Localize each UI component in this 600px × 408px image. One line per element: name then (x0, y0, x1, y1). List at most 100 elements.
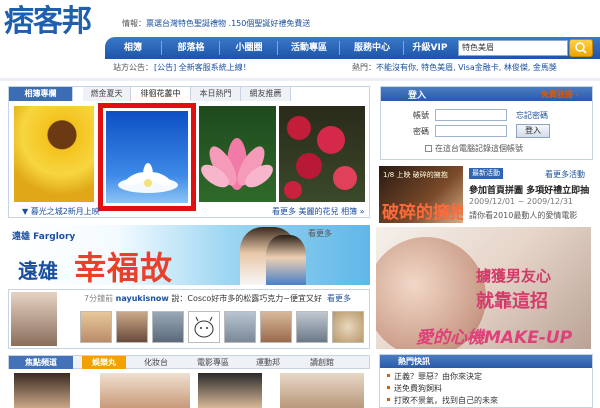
nav-divider (403, 41, 404, 55)
nav-album[interactable]: 相簿 (107, 37, 159, 59)
bullet-icon (387, 398, 390, 401)
user-thumb[interactable] (116, 311, 148, 343)
hot-news-text: 送免費狗飼料 (394, 384, 442, 393)
photo-pink-lotus[interactable] (199, 106, 276, 202)
bullet-icon (387, 386, 390, 389)
feed-time: 7分鐘前 (84, 294, 114, 303)
album-more-link[interactable]: 看更多 美麗的花兒 相簿 » (272, 206, 365, 217)
password-input[interactable] (435, 125, 507, 137)
photo-white-flower (106, 111, 188, 203)
forgot-password-link[interactable]: 忘記密碼 (516, 110, 548, 121)
photo-sunflower[interactable] (14, 106, 94, 202)
nav-service[interactable]: 服務中心 (343, 37, 401, 59)
tab-recommended[interactable]: 網友推薦 (241, 87, 291, 101)
account-label: 帳號 (413, 111, 429, 120)
remember-checkbox[interactable]: 在這台電腦記錄這個帳號 (425, 143, 523, 154)
checkbox-icon[interactable] (425, 145, 432, 152)
photo-selected-frame[interactable] (98, 103, 196, 211)
ad-line3: 愛的心機MAKE-UP (416, 328, 573, 348)
makeup-ad[interactable]: 擄獲男友心 就靠這招 愛的心機MAKE-UP (376, 227, 591, 349)
channel-photo[interactable] (14, 373, 70, 408)
channel-photo[interactable] (100, 373, 190, 408)
banner-slogan: 幸福故 (74, 249, 174, 285)
login-title: 登入 (408, 91, 427, 101)
nav-divider (277, 41, 278, 55)
tab-movies[interactable]: 電影專區 (188, 356, 238, 369)
feed-said: 說： (171, 294, 188, 303)
user-thumb[interactable] (332, 311, 364, 343)
site-logo[interactable]: 痞客邦 (4, 4, 92, 40)
event-poster[interactable]: 1/8 上映 破碎的擁抱 破碎的擁抱 (379, 166, 463, 223)
news-link[interactable]: 票選台灣特色聖誕禮物 .150個聖誕好禮免費送 (146, 19, 310, 28)
ad-line1: 擄獲男友心 (476, 267, 552, 285)
user-thumb[interactable] (260, 311, 292, 343)
announce-label: 站方公告： (113, 63, 153, 72)
event-more-link[interactable]: 看更多活動 (545, 169, 585, 180)
logo-bang: 邦 (62, 4, 92, 39)
feed-more-link[interactable]: 看更多 (327, 293, 351, 304)
banner-people-2 (266, 235, 306, 285)
tab-album-column[interactable]: 相簿專欄 (9, 87, 73, 101)
search-icon (575, 42, 587, 54)
nav-divider (219, 41, 220, 55)
user-thumb[interactable] (188, 311, 220, 343)
channel-photo[interactable] (280, 373, 364, 408)
poster-small-text: 1/8 上映 破碎的擁抱 (383, 171, 448, 179)
search-button[interactable] (569, 39, 593, 57)
nav-circle[interactable]: 小圈圈 (223, 37, 275, 59)
tab-focus-channel[interactable]: 焦點頻道 (9, 356, 73, 369)
hot-links[interactable]: 不能沒有你, 特色美眉, Visa金融卡, 林俊傑, 金馬獎 (376, 63, 557, 72)
remember-label: 在這台電腦記錄這個帳號 (435, 144, 523, 153)
white-flower-icon (118, 163, 178, 193)
announce-link[interactable]: [公告] 全新客服系統上線！ (154, 62, 251, 73)
bullet-icon (387, 374, 390, 377)
lotus-icon (201, 138, 273, 190)
news-label: 情報： (122, 19, 146, 28)
hot-label: 熱門： (352, 63, 376, 72)
nav-blog[interactable]: 部落格 (165, 37, 217, 59)
user-thumb[interactable] (80, 311, 112, 343)
banner-city: 遠雄 (18, 259, 58, 283)
nav-divider (339, 41, 340, 55)
sub-bar: 站方公告： [公告] 全新客服系統上線！ 熱門：不能沒有你, 特色美眉, Vis… (0, 62, 600, 75)
tab-summer[interactable]: 燃金夏天 (83, 87, 131, 101)
photo-red-flowers[interactable] (279, 106, 365, 202)
tab-sports[interactable]: 運動邦 (246, 356, 290, 369)
farglory-banner[interactable]: 遠雄 Farglory 遠雄 幸福故 看更多 (8, 225, 370, 285)
search-input[interactable]: 特色美眉 (458, 40, 568, 56)
hot-news-item[interactable]: 打敗不景氣，找到自己的未來 (387, 395, 498, 406)
album-caption-left[interactable]: ▼ 暮光之城2新月上映 (22, 206, 100, 217)
event-badge: 最新活動 (469, 168, 503, 179)
hot-news-item[interactable]: 正義？罪惡？由你來決定 (387, 371, 482, 382)
event-title[interactable]: 參加首頁拼圖 多項好禮立即抽 (469, 183, 589, 196)
nav-vip[interactable]: 升級VIP (405, 37, 455, 59)
hot-news-text: 正義？罪惡？由你來決定 (394, 372, 482, 381)
user-thumb[interactable] (296, 311, 328, 343)
feed-user-avatar[interactable] (11, 292, 57, 346)
tab-today-hot[interactable]: 本日熱門 (191, 87, 241, 101)
login-button[interactable]: 登入 (516, 124, 550, 138)
hot-news-title: 熱門快訊 (398, 357, 430, 366)
banner-more[interactable]: 看更多 (308, 228, 332, 239)
password-label: 密碼 (413, 127, 429, 136)
register-link[interactable]: 免費註冊 › (541, 89, 579, 100)
ad-line2: 就靠這招 (476, 291, 548, 312)
tab-flowers[interactable]: 徘徊花叢中 (131, 87, 191, 101)
red-flowers-icon (284, 116, 357, 199)
channel-photo[interactable] (198, 373, 262, 408)
divider (0, 78, 600, 81)
account-input[interactable] (435, 109, 507, 121)
news-ticker: 情報：票選台灣特色聖誕禮物 .150個聖誕好禮免費送 (122, 18, 310, 29)
feed-text[interactable]: Cosco好市多的松露巧克力~便宜又好 (187, 294, 322, 303)
user-thumb[interactable] (152, 311, 184, 343)
user-thumb[interactable] (224, 311, 256, 343)
tab-entertainment[interactable]: 娛樂丸 (82, 356, 126, 369)
nav-events[interactable]: 活動專區 (281, 37, 337, 59)
tab-reading[interactable]: 讀創館 (300, 356, 344, 369)
feed-user-link[interactable]: nayukisnow (116, 294, 169, 303)
logo-text: 痞客 (4, 4, 63, 39)
poster-title: 破碎的擁抱 (382, 203, 463, 223)
tab-makeup[interactable]: 化妝台 (134, 356, 178, 369)
hot-news-item[interactable]: 送免費狗飼料 (387, 383, 442, 394)
hot-news-text: 打敗不景氣，找到自己的未來 (394, 396, 498, 405)
